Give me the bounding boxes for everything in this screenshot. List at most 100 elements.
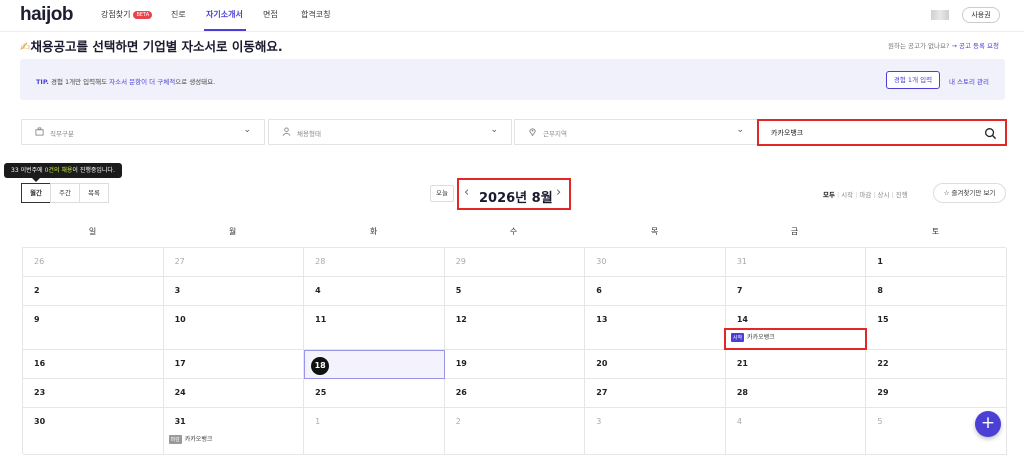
work-location-select[interactable]: 근무지역 ⌄ — [514, 119, 758, 145]
chevron-down-icon: ⌄ — [736, 125, 744, 135]
calendar-day-cell[interactable]: 6 — [585, 277, 726, 306]
calendar-day-cell[interactable]: 25 — [304, 379, 445, 408]
tip-banner: TIP. 경험 1개만 입력해도 자소서 문항이 더 구체적으로 생성돼요. 경… — [20, 59, 1005, 100]
calendar-day-cell[interactable]: 11 — [304, 306, 445, 350]
calendar-day-cell[interactable]: 22 — [866, 350, 1007, 379]
calendar-day-cell[interactable]: 13 — [585, 306, 726, 350]
calendar-day-cell[interactable]: 8 — [866, 277, 1007, 306]
day-number: 26 — [455, 388, 467, 397]
chevron-down-icon: ⌄ — [243, 125, 251, 135]
nav-item-coaching[interactable]: 합격코칭 — [301, 9, 330, 20]
job-category-select[interactable]: 직무구분 ⌄ — [21, 119, 265, 145]
filter-start[interactable]: 시작 — [841, 189, 853, 199]
calendar-day-cell[interactable]: 29 — [866, 379, 1007, 408]
day-number: 22 — [877, 359, 889, 368]
filter-always[interactable]: 상시 — [878, 189, 890, 199]
event-tag-badge: 마감 — [168, 435, 182, 444]
search-icon[interactable] — [984, 125, 997, 144]
calendar-day-cell[interactable]: 1 — [866, 248, 1007, 277]
nav-item-interview[interactable]: 면접 — [263, 9, 278, 20]
day-number: 28 — [736, 388, 748, 397]
add-floating-button[interactable]: + — [975, 411, 1001, 437]
avatar[interactable] — [931, 10, 949, 20]
today-button[interactable]: 오늘 — [430, 185, 454, 202]
weekday-wed: 수 — [509, 227, 518, 236]
calendar-day-cell[interactable]: 29 — [444, 248, 586, 277]
calendar-day-cell[interactable]: 16 — [23, 350, 164, 379]
calendar-day-cell[interactable]: 12 — [444, 306, 586, 350]
weekday-thu: 목 — [650, 227, 659, 236]
day-number: 31 — [736, 257, 748, 266]
calendar-day-cell[interactable]: 21 — [725, 350, 867, 379]
view-weekly-button[interactable]: 주간 — [50, 183, 80, 203]
day-number: 7 — [736, 286, 743, 295]
chevron-down-icon: ⌄ — [490, 125, 498, 135]
calendar-day-cell[interactable]: 2 — [23, 277, 164, 306]
filter-end[interactable]: 마감 — [859, 189, 871, 199]
calendar-day-cell[interactable]: 26 — [444, 379, 586, 408]
calendar-day-cell[interactable]: 28 — [725, 379, 867, 408]
calendar-day-cell[interactable]: 1 — [304, 408, 445, 455]
tip-text: TIP. 경험 1개만 입력해도 자소서 문항이 더 구체적으로 생성돼요. — [36, 78, 216, 86]
manage-story-link[interactable]: 내 스토리 관리 — [949, 76, 989, 86]
calendar-day-cell[interactable]: 4 — [304, 277, 445, 306]
view-monthly-button[interactable]: 월간 — [21, 183, 51, 203]
nav-item-strengths[interactable]: 강점찾기 BETA — [101, 9, 153, 20]
day-number: 29 — [455, 257, 466, 266]
nav-item-career[interactable]: 진로 — [171, 9, 186, 20]
day-number: 4 — [315, 286, 321, 295]
beta-badge: BETA — [133, 11, 153, 19]
day-number: 6 — [596, 286, 602, 295]
calendar-day-cell[interactable]: 9 — [23, 306, 164, 350]
add-experience-button[interactable]: 경험 1개 입력 — [886, 71, 940, 89]
calendar-day-cell[interactable]: 27 — [163, 248, 305, 277]
calendar-day-cell[interactable]: 31 마감 카카오뱅크 — [163, 408, 305, 455]
calendar-day-cell[interactable]: 19 — [444, 350, 586, 379]
day-number: 13 — [596, 315, 608, 324]
filter-ongoing[interactable]: 진행 — [896, 189, 908, 199]
day-number: 29 — [877, 388, 889, 397]
filter-all[interactable]: 모두 — [823, 189, 835, 199]
day-number: 1 — [877, 257, 883, 266]
day-number: 16 — [34, 359, 46, 368]
calendar-day-cell[interactable]: 20 — [585, 350, 726, 379]
calendar-day-cell[interactable]: 7 — [725, 277, 867, 306]
company-search-input[interactable]: 카카오뱅크 — [757, 119, 1007, 146]
day-number: 11 — [315, 315, 327, 324]
calendar-day-cell[interactable]: 3 — [163, 277, 305, 306]
day-number: 9 — [34, 315, 40, 324]
calendar-day-cell[interactable]: 3 — [585, 408, 726, 455]
calendar-day-cell[interactable]: 31 — [725, 248, 867, 277]
day-number: 20 — [596, 359, 608, 368]
calendar-day-cell[interactable]: 30 — [585, 248, 726, 277]
calendar-day-cell[interactable]: 17 — [163, 350, 305, 379]
haijob-logo[interactable]: haijob — [20, 4, 73, 26]
calendar-day-cell[interactable]: 10 — [163, 306, 305, 350]
event-company-name: 카카오뱅크 — [184, 436, 213, 443]
calendar-day-cell[interactable]: 2 — [444, 408, 586, 455]
calendar-day-cell[interactable]: 26 — [23, 248, 164, 277]
calendar-day-cell[interactable]: 30 — [23, 408, 164, 455]
calendar-event[interactable]: 마감 카카오뱅크 — [168, 434, 213, 444]
view-list-button[interactable]: 목록 — [79, 183, 109, 203]
day-number: 30 — [596, 257, 607, 266]
employment-type-select[interactable]: 채용형태 ⌄ — [268, 119, 512, 145]
calendar-day-cell[interactable]: 28 — [304, 248, 445, 277]
user-button[interactable]: 사용권 — [962, 7, 1000, 23]
weekly-count-tooltip: 33 이번주에 0건의 채용이 진행중입니다. — [4, 163, 122, 178]
day-number: 3 — [596, 417, 602, 426]
calendar-day-cell[interactable]: 18 — [304, 350, 445, 379]
calendar-day-cell[interactable]: 27 — [585, 379, 726, 408]
day-number: 4 — [736, 417, 742, 426]
calendar-day-cell[interactable]: 24 — [163, 379, 305, 408]
favorites-only-button[interactable]: ☆ 즐겨찾기만 보기 — [933, 183, 1006, 203]
next-month-icon[interactable]: › — [556, 186, 561, 199]
prev-month-icon[interactable]: ‹ — [464, 186, 469, 199]
day-number: 3 — [174, 286, 181, 295]
calendar-day-cell[interactable]: 23 — [23, 379, 164, 408]
calendar-day-cell[interactable]: 4 — [725, 408, 867, 455]
calendar-day-cell[interactable]: 5 — [444, 277, 586, 306]
nav-item-cover-letter[interactable]: 자기소개서 — [206, 9, 243, 20]
calendar-day-cell[interactable]: 15 — [866, 306, 1007, 350]
request-posting-link[interactable]: 원하는 공고가 없나요? → 공고 등록 요청 — [888, 40, 999, 50]
